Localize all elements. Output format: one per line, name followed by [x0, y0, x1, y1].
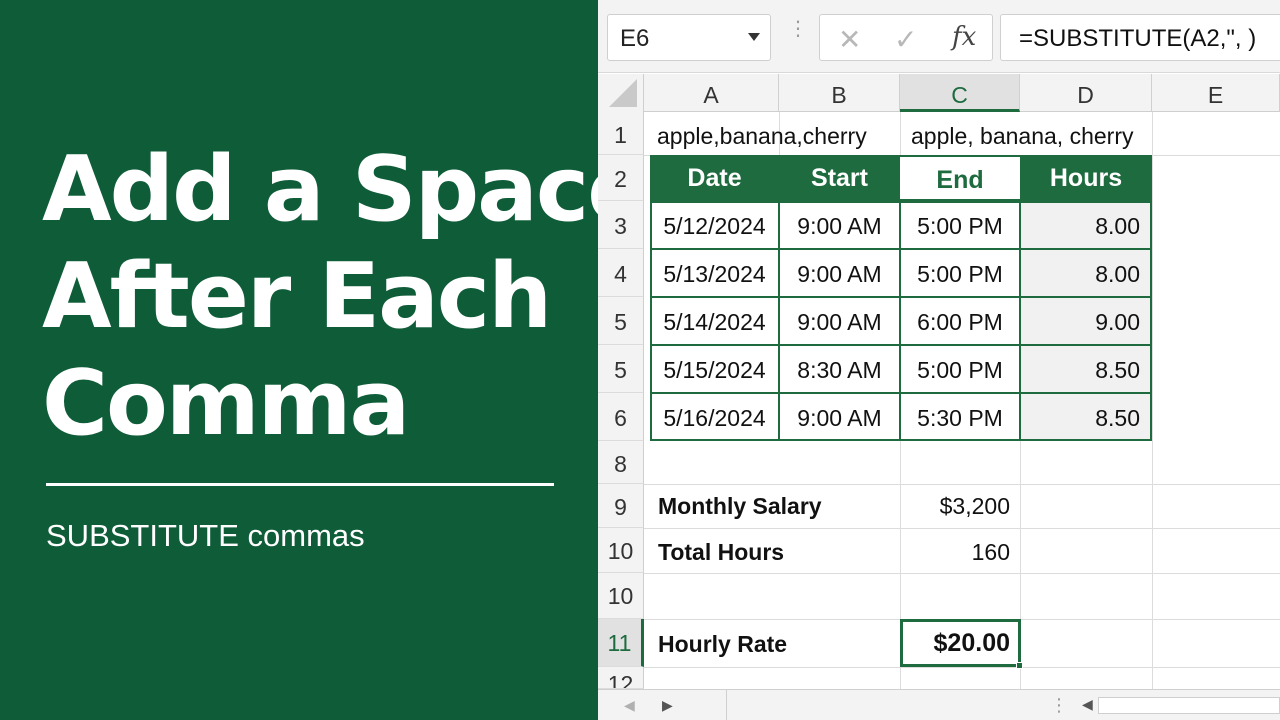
select-all-icon	[609, 79, 637, 107]
row-header[interactable]: 4	[598, 249, 644, 297]
cell-a1[interactable]: apple,banana,cherry	[657, 123, 867, 150]
table-cell-start[interactable]: 9:00 AM	[779, 201, 900, 249]
table-cell-hours[interactable]: 8.00	[1020, 201, 1152, 249]
headline: Add a Space After Each Comma	[42, 136, 648, 457]
table-header-hours[interactable]: Hours	[1020, 155, 1152, 201]
row-header[interactable]: 5	[598, 297, 644, 345]
table-cell-end[interactable]: 5:00 PM	[900, 201, 1020, 249]
formula-buttons: ✕ ✓ fx	[819, 14, 993, 61]
column-headers: A B C D E	[598, 74, 1280, 112]
column-header-e[interactable]: E	[1152, 74, 1280, 112]
table-cell-end[interactable]: 6:00 PM	[900, 297, 1020, 345]
scroll-left-icon[interactable]: ◀	[1082, 696, 1093, 713]
monthly-salary-label[interactable]: Monthly Salary	[658, 493, 822, 520]
column-header-b[interactable]: B	[779, 74, 900, 112]
grid-line	[644, 484, 1280, 485]
enter-check-icon[interactable]: ✓	[894, 23, 917, 56]
scroll-left-icon[interactable]: ◀	[624, 697, 635, 714]
select-all-button[interactable]	[598, 74, 644, 112]
table-header-start[interactable]: Start	[779, 155, 900, 201]
column-header-d[interactable]: D	[1020, 74, 1152, 112]
headline-line-3: Comma	[42, 351, 410, 456]
hourly-rate-label[interactable]: Hourly Rate	[658, 631, 787, 658]
total-hours-label[interactable]: Total Hours	[658, 539, 784, 566]
formula-bar: E6 ⋮ ✕ ✓ fx =SUBSTITUTE(A2,", )	[598, 0, 1280, 73]
subtitle: SUBSTITUTE commas	[46, 518, 365, 553]
column-header-a[interactable]: A	[644, 74, 779, 112]
table-cell-date[interactable]: 5/16/2024	[650, 393, 779, 441]
insert-function-icon[interactable]: fx	[952, 22, 976, 52]
more-options-icon[interactable]: ⋮	[788, 19, 808, 39]
table-cell-start[interactable]: 8:30 AM	[779, 345, 900, 393]
table-cell-end[interactable]: 5:00 PM	[900, 345, 1020, 393]
row-header[interactable]: 9	[598, 484, 644, 528]
table-cell-date[interactable]: 5/15/2024	[650, 345, 779, 393]
headline-divider	[46, 483, 554, 486]
table-cell-end[interactable]: 5:30 PM	[900, 393, 1020, 441]
row-header[interactable]: 5	[598, 345, 644, 393]
row-header[interactable]: 1	[598, 112, 644, 155]
table-cell-hours[interactable]: 8.50	[1020, 345, 1152, 393]
table-cell-hours[interactable]: 9.00	[1020, 297, 1152, 345]
table-cell-date[interactable]: 5/12/2024	[650, 201, 779, 249]
cancel-icon[interactable]: ✕	[838, 23, 861, 56]
title-panel: Add a Space After Each Comma SUBSTITUTE …	[0, 0, 648, 720]
row-header[interactable]: 12	[598, 667, 644, 689]
formula-input[interactable]: =SUBSTITUTE(A2,", )	[1000, 14, 1280, 61]
table-cell-hours[interactable]: 8.00	[1020, 249, 1152, 297]
table-header-end[interactable]: End	[900, 155, 1020, 201]
table-header-date[interactable]: Date	[650, 155, 779, 201]
fill-handle[interactable]	[1016, 662, 1023, 669]
table-cell-date[interactable]: 5/14/2024	[650, 297, 779, 345]
row-header[interactable]: 10	[598, 573, 644, 619]
table-cell-hours[interactable]: 8.50	[1020, 393, 1152, 441]
scroll-right-icon[interactable]: ▶	[662, 697, 673, 714]
more-options-icon[interactable]: ⋮	[1050, 695, 1068, 716]
table-cell-end[interactable]: 5:00 PM	[900, 249, 1020, 297]
row-header-active[interactable]: 11	[598, 619, 644, 667]
spreadsheet: E6 ⋮ ✕ ✓ fx =SUBSTITUTE(A2,", ) A B C D …	[598, 0, 1280, 720]
table-cell-start[interactable]: 9:00 AM	[779, 393, 900, 441]
cell-c1[interactable]: apple, banana, cherry	[911, 123, 1134, 150]
headline-line-2: After Each	[42, 244, 552, 349]
tab-divider	[726, 690, 727, 720]
total-hours-value[interactable]: 160	[900, 539, 1010, 566]
grid-line	[644, 528, 1280, 529]
table-cell-start[interactable]: 9:00 AM	[779, 249, 900, 297]
column-header-c[interactable]: C	[900, 74, 1020, 112]
name-box-value: E6	[620, 25, 650, 52]
row-header[interactable]: 10	[598, 528, 644, 573]
grid-line	[644, 573, 1280, 574]
table-cell-date[interactable]: 5/13/2024	[650, 249, 779, 297]
headline-line-1: Add a Space	[42, 137, 648, 242]
sheet-tab-bar: ◀ ▶ ⋮ ◀	[598, 689, 1280, 720]
row-header[interactable]: 3	[598, 201, 644, 249]
row-header[interactable]: 6	[598, 393, 644, 441]
row-header[interactable]: 2	[598, 155, 644, 201]
table-cell-start[interactable]: 9:00 AM	[779, 297, 900, 345]
row-header[interactable]: 8	[598, 441, 644, 484]
horizontal-scrollbar[interactable]	[1098, 697, 1280, 714]
monthly-salary-value[interactable]: $3,200	[900, 493, 1010, 520]
chevron-down-icon[interactable]	[748, 33, 760, 41]
grid-line	[644, 667, 1280, 668]
name-box[interactable]: E6	[607, 14, 771, 61]
grid-line	[1152, 112, 1153, 689]
hourly-rate-value[interactable]: $20.00	[900, 629, 1010, 658]
